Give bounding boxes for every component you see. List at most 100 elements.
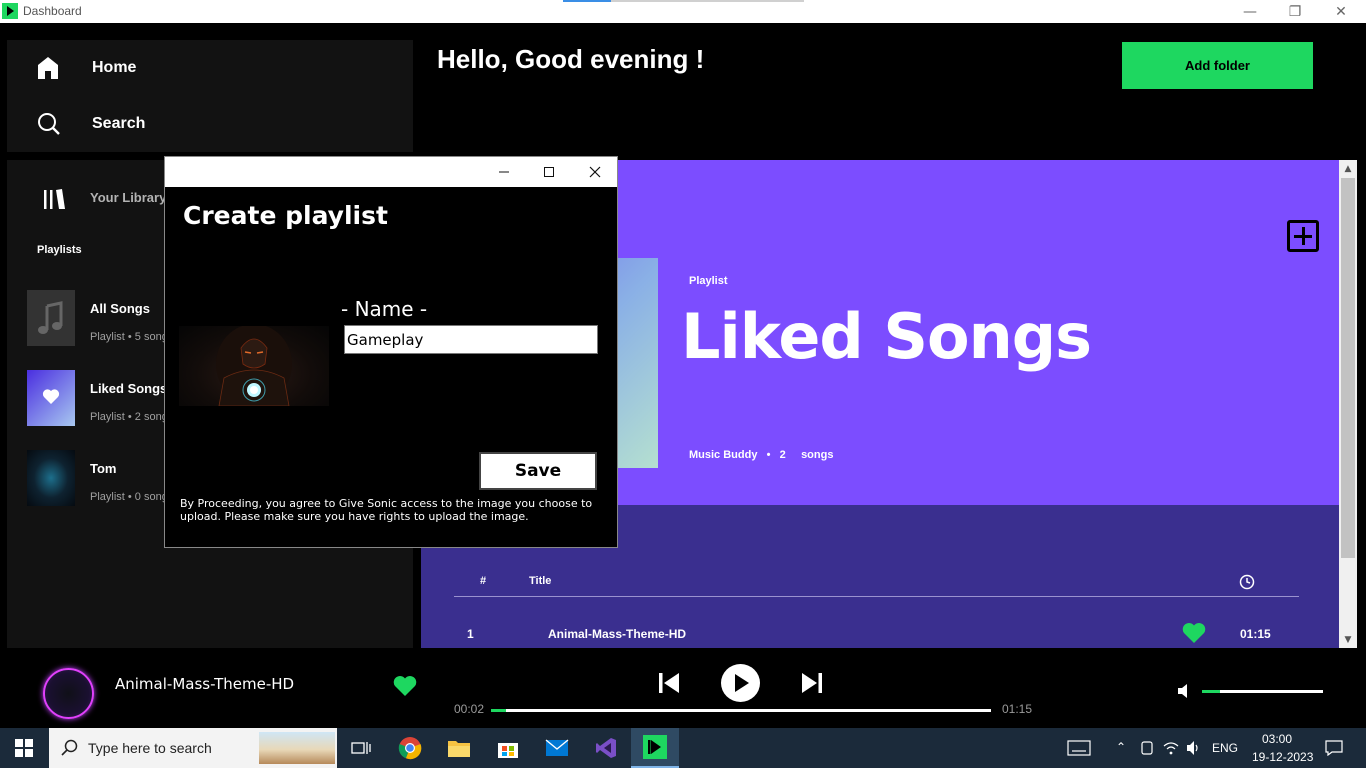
window-restore-button[interactable]: ❐ — [1272, 0, 1318, 23]
playlists-header: Playlists — [37, 244, 82, 256]
skip-previous-icon — [659, 673, 679, 693]
window-close-button[interactable]: ✕ — [1318, 0, 1364, 23]
player-bar: Animal-Mass-Theme-HD 00:02 01:15 — [0, 648, 1366, 728]
window-titlebar: Dashboard — ❐ ✕ — [0, 0, 1366, 23]
like-heart-icon[interactable] — [392, 675, 418, 697]
taskbar-mail[interactable] — [533, 728, 581, 768]
playlist-title: Liked Songs — [681, 300, 1092, 373]
music-note-icon — [38, 301, 63, 334]
create-playlist-dialog: Create playlist - Name - Save By Proceed… — [164, 156, 618, 548]
folder-icon — [448, 741, 470, 757]
playlist-meta: Music Buddy • 2 songs — [689, 449, 833, 461]
nav-search-label: Search — [92, 115, 146, 132]
ironman-image — [216, 326, 292, 406]
task-view-icon — [351, 742, 371, 754]
skip-next-icon — [802, 673, 822, 693]
playlist-image-picker[interactable] — [179, 326, 329, 406]
all-songs-thumb — [27, 290, 75, 346]
library-item-sub: Playlist • 2 songs — [90, 411, 174, 423]
header-divider — [454, 596, 1299, 597]
app-logo-icon — [2, 3, 18, 19]
keyboard-icon[interactable] — [1067, 740, 1091, 756]
meta-separator: • — [766, 449, 771, 461]
consent-notice: By Proceeding, you agree to Give Sonic a… — [180, 497, 593, 523]
track-duration: 01:15 — [1240, 627, 1271, 641]
save-button[interactable]: Save — [479, 452, 597, 490]
dialog-titlebar — [165, 157, 617, 187]
scroll-up-arrow-icon[interactable]: ▲ — [1339, 160, 1357, 177]
wifi-icon[interactable] — [1163, 740, 1179, 756]
library-item-name: Tom — [90, 461, 117, 476]
window-title: Dashboard — [23, 4, 82, 18]
maximize-icon — [544, 167, 554, 177]
taskbar-search-box[interactable]: Type here to search — [49, 728, 337, 768]
elapsed-time: 00:02 — [454, 702, 485, 716]
taskbar-search-icon — [61, 739, 78, 756]
playlist-name-input[interactable] — [344, 325, 598, 354]
progress-fill — [491, 709, 506, 712]
taskbar-dashboard-app[interactable] — [631, 728, 679, 768]
taskbar-chrome[interactable] — [386, 728, 434, 768]
taskbar: Type here to search ⌃ ENG 03:00 19-12-20… — [0, 728, 1366, 768]
nav-panel: Home Search — [7, 40, 413, 152]
nav-home-label: Home — [92, 59, 137, 76]
library-item-sub: Playlist • 5 songs — [90, 331, 174, 343]
titlebar-track-bar — [611, 0, 804, 2]
dialog-title: Create playlist — [183, 201, 388, 230]
dialog-maximize-button[interactable] — [526, 157, 572, 187]
meet-now-icon[interactable] — [1140, 740, 1154, 756]
next-button[interactable] — [799, 670, 825, 696]
speaker-icon[interactable] — [1186, 740, 1202, 756]
greeting-title: Hello, Good evening ! — [437, 44, 705, 74]
add-folder-button[interactable]: Add folder — [1122, 42, 1313, 89]
nav-home[interactable]: Home — [37, 56, 136, 80]
notifications-icon[interactable] — [1325, 740, 1343, 756]
dialog-minimize-button[interactable] — [481, 157, 527, 187]
track-number: 1 — [467, 627, 474, 641]
mail-icon — [545, 739, 569, 756]
start-button[interactable] — [0, 728, 48, 768]
titlebar-accent-bar — [563, 0, 611, 2]
taskbar-store[interactable] — [484, 728, 532, 768]
scrollbar-thumb[interactable] — [1341, 178, 1355, 558]
add-to-playlist-icon[interactable] — [1287, 220, 1319, 252]
now-playing-art — [43, 668, 94, 719]
clock-time[interactable]: 03:00 — [1262, 732, 1292, 746]
volume-slider[interactable] — [1202, 690, 1323, 693]
minimize-icon — [499, 171, 509, 173]
liked-songs-thumb — [27, 370, 75, 426]
clock-date[interactable]: 19-12-2023 — [1252, 750, 1313, 764]
chrome-icon — [398, 737, 422, 760]
play-button[interactable] — [721, 664, 760, 702]
taskbar-visual-studio[interactable] — [582, 728, 630, 768]
search-highlight-illustration — [259, 732, 335, 764]
windows-logo-icon — [15, 739, 33, 757]
desktop: Dashboard — ❐ ✕ Home Search Your Library… — [0, 0, 1366, 768]
volume-fill — [1202, 690, 1221, 693]
total-time: 01:15 — [1002, 702, 1033, 716]
visual-studio-icon — [596, 738, 616, 758]
playlist-count: 2 — [779, 449, 786, 461]
volume-icon[interactable] — [1177, 683, 1193, 699]
scroll-down-arrow-icon[interactable]: ▼ — [1339, 631, 1357, 648]
search-icon — [38, 113, 60, 135]
tom-thumb — [27, 450, 75, 506]
playback-progress[interactable] — [491, 709, 991, 712]
playlist-kind: Playlist — [689, 275, 728, 287]
main-scrollbar[interactable]: ▲ ▼ — [1339, 160, 1357, 648]
library-icon — [44, 189, 65, 209]
taskbar-search-placeholder: Type here to search — [88, 740, 212, 756]
language-indicator[interactable]: ENG — [1212, 741, 1238, 755]
track-title: Animal-Mass-Theme-HD — [548, 627, 687, 641]
taskbar-file-explorer[interactable] — [435, 728, 483, 768]
tray-chevron-up-icon[interactable]: ⌃ — [1116, 740, 1126, 754]
previous-button[interactable] — [656, 670, 682, 696]
liked-heart-icon[interactable] — [1181, 622, 1207, 644]
library-item-name: All Songs — [90, 301, 150, 316]
dialog-close-button[interactable] — [572, 157, 618, 187]
window-minimize-button[interactable]: — — [1227, 0, 1273, 23]
library-header[interactable]: Your Library — [90, 190, 166, 205]
task-view-button[interactable] — [337, 728, 385, 768]
store-icon — [498, 743, 518, 758]
nav-search[interactable]: Search — [37, 112, 145, 136]
